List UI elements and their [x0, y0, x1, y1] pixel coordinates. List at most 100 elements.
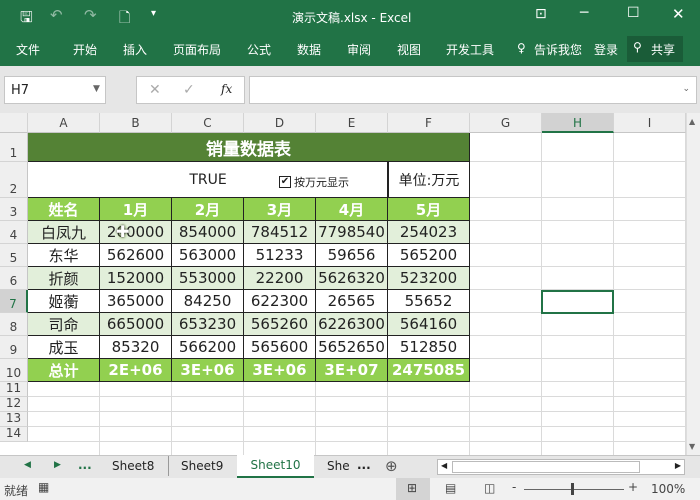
row-header-12[interactable]: 12 [0, 396, 28, 412]
value-cell[interactable]: 365000 [100, 290, 172, 313]
redo-icon[interactable]: ↷ [84, 6, 97, 24]
column-header-C[interactable]: C [172, 113, 244, 133]
save-icon[interactable]: 🖫 [20, 7, 33, 32]
value-cell[interactable]: 784512 [244, 221, 316, 244]
name-cell[interactable]: 折颜 [28, 267, 100, 290]
scroll-right-icon[interactable]: ▶ [675, 461, 681, 470]
value-cell[interactable]: 562600 [100, 244, 172, 267]
chevron-down-icon[interactable]: ▼ [93, 84, 100, 94]
value-cell[interactable]: 565260 [244, 313, 316, 336]
tab-file[interactable]: 文件 [16, 41, 40, 58]
row-header-14[interactable]: 14 [0, 426, 28, 442]
value-cell[interactable]: 653230 [172, 313, 244, 336]
page-break-view-icon[interactable]: ◫ [484, 481, 495, 495]
value-cell[interactable]: 512850 [388, 336, 470, 359]
value-cell[interactable]: 51233 [244, 244, 316, 267]
value-cell[interactable]: 7798540 [316, 221, 388, 244]
macro-record-icon[interactable]: ▦ [38, 480, 49, 494]
header-cell[interactable]: 2月 [172, 198, 244, 221]
value-cell[interactable]: 84250 [172, 290, 244, 313]
row-header-11[interactable]: 11 [0, 381, 28, 397]
column-header-A[interactable]: A [28, 113, 100, 133]
table-title[interactable]: 销量数据表 [28, 133, 470, 162]
name-box[interactable]: H7 ▼ [4, 76, 106, 104]
zoom-in-button[interactable]: + [628, 480, 638, 494]
value-cell[interactable]: 55652 [388, 290, 470, 313]
total-cell[interactable]: 3E+07 [316, 359, 388, 382]
value-cell[interactable]: 6226300 [316, 313, 388, 336]
tab-home[interactable]: 开始 [73, 41, 97, 58]
zoom-slider[interactable] [524, 489, 624, 490]
name-cell[interactable]: 东华 [28, 244, 100, 267]
value-cell[interactable]: 523200 [388, 267, 470, 290]
column-header-E[interactable]: E [316, 113, 388, 133]
value-cell[interactable]: 5652650 [316, 336, 388, 359]
column-header-F[interactable]: F [388, 113, 470, 133]
header-cell[interactable]: 4月 [316, 198, 388, 221]
value-cell[interactable]: 622300 [244, 290, 316, 313]
checkbox-icon[interactable]: ✔ [279, 176, 291, 188]
undo-icon[interactable]: ↶ [50, 6, 63, 24]
more-sheets-right[interactable]: ... [357, 458, 371, 472]
value-cell[interactable]: 564160 [388, 313, 470, 336]
total-cell[interactable]: 2E+06 [100, 359, 172, 382]
share-button[interactable]: ⚲ 共享 [627, 36, 683, 62]
value-cell[interactable]: 5626320 [316, 267, 388, 290]
column-header-I[interactable]: I [614, 113, 686, 133]
row-header-9[interactable]: 9 [0, 336, 28, 359]
row-header-10[interactable]: 10 [0, 359, 28, 382]
header-cell[interactable]: 5月 [388, 198, 470, 221]
header-cell[interactable]: 1月 [100, 198, 172, 221]
value-cell[interactable]: 553000 [172, 267, 244, 290]
tab-sheet-partial[interactable]: She [327, 459, 350, 473]
true-cell[interactable]: TRUE [172, 162, 244, 198]
tab-page-layout[interactable]: 页面布局 [173, 41, 221, 58]
show-in-10k-checkbox[interactable]: ✔ 按万元显示 [279, 174, 349, 190]
scroll-up-icon[interactable]: ▲ [689, 117, 695, 126]
tab-view[interactable]: 视图 [397, 41, 421, 58]
expand-icon[interactable]: ⌄ [682, 84, 690, 94]
prev-sheet-icon[interactable]: ◀ [24, 460, 31, 470]
scroll-left-icon[interactable]: ◀ [441, 461, 447, 470]
value-cell[interactable]: 254023 [388, 221, 470, 244]
name-cell[interactable]: 白凤九 [28, 221, 100, 244]
name-cell[interactable]: 姬蘅 [28, 290, 100, 313]
row-header-3[interactable]: 3 [0, 198, 28, 221]
row-header-13[interactable]: 13 [0, 411, 28, 427]
row-header-8[interactable]: 8 [0, 313, 28, 336]
value-cell[interactable]: 854000 [172, 221, 244, 244]
next-sheet-icon[interactable]: ▶ [54, 460, 61, 470]
scroll-thumb[interactable] [452, 461, 640, 473]
active-cell-H7[interactable] [541, 290, 614, 314]
row-header-1[interactable]: 1 [0, 133, 28, 162]
value-cell[interactable]: 565600 [244, 336, 316, 359]
row-header-2[interactable]: 2 [0, 162, 28, 198]
tab-formulas[interactable]: 公式 [247, 41, 271, 58]
sign-in-link[interactable]: 登录 [594, 41, 618, 58]
customize-toolbar-icon[interactable]: ▾ [151, 8, 156, 19]
horizontal-scrollbar[interactable]: ◀ ▶ [437, 459, 685, 475]
row-header-5[interactable]: 5 [0, 244, 28, 267]
tab-sheet9[interactable]: Sheet9 [181, 459, 223, 473]
vertical-scrollbar[interactable]: ▲ ▼ [686, 113, 700, 455]
zoom-out-button[interactable]: - [512, 480, 516, 494]
header-cell[interactable]: 3月 [244, 198, 316, 221]
page-layout-view-icon[interactable]: ▤ [445, 481, 456, 495]
column-header-G[interactable]: G [470, 113, 542, 133]
maximize-button[interactable]: ☐ [627, 5, 640, 21]
close-button[interactable]: ✕ [672, 5, 685, 23]
more-sheets-left[interactable]: ... [78, 458, 92, 472]
name-cell[interactable]: 成玉 [28, 336, 100, 359]
formula-input[interactable]: ⌄ [249, 76, 697, 104]
scroll-down-icon[interactable]: ▼ [689, 442, 695, 451]
value-cell[interactable]: 22200 [244, 267, 316, 290]
ribbon-display-icon[interactable]: ⊡ [535, 6, 547, 22]
tab-review[interactable]: 审阅 [347, 41, 371, 58]
name-cell[interactable]: 司命 [28, 313, 100, 336]
tell-me-button[interactable]: 告诉我您 [534, 41, 582, 58]
cancel-icon[interactable]: ✕ [149, 82, 161, 98]
total-cell[interactable]: 2475085 [388, 359, 470, 382]
value-cell[interactable]: 85320 [100, 336, 172, 359]
row-header-6[interactable]: 6 [0, 267, 28, 290]
column-header-B[interactable]: B [100, 113, 172, 133]
